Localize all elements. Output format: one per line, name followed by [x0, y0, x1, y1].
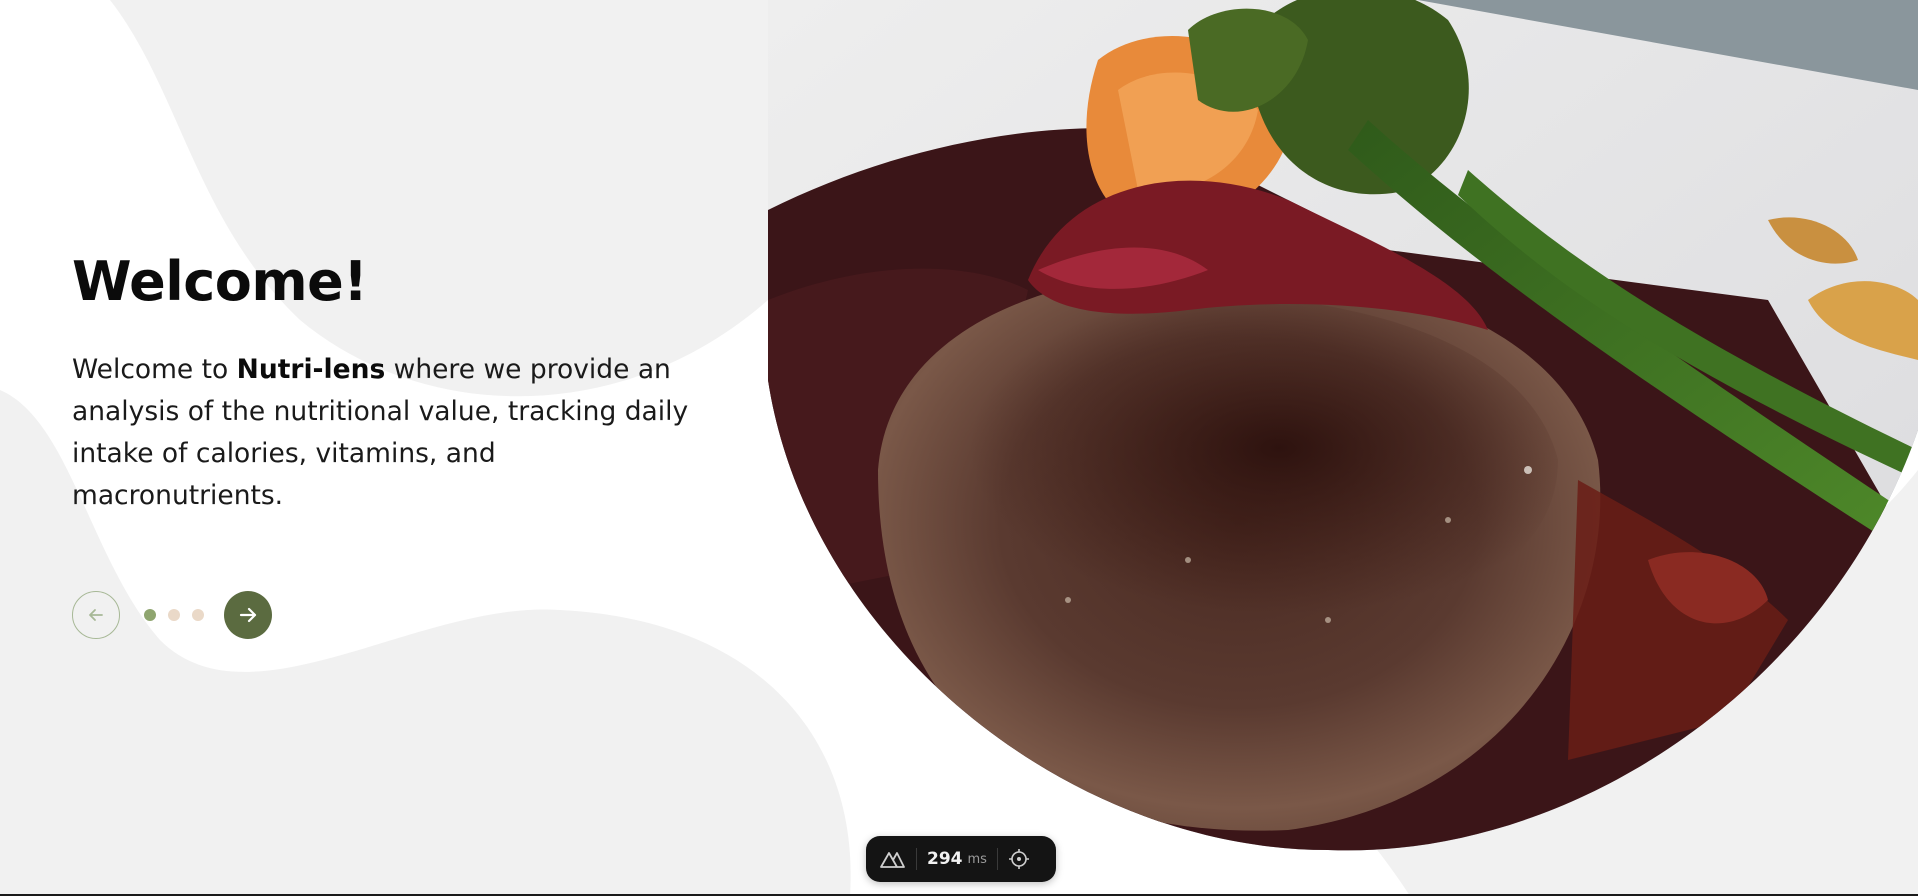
- carousel-dots: [144, 609, 204, 621]
- carousel-controls: [72, 591, 272, 639]
- welcome-text-start: Welcome to: [72, 354, 237, 386]
- devtools-toolbar[interactable]: 294 ms: [866, 836, 1056, 882]
- toolbar-divider: [916, 848, 917, 870]
- toolbar-divider: [996, 848, 998, 870]
- arrow-left-icon: [89, 609, 103, 621]
- previous-slide-button[interactable]: [72, 591, 120, 639]
- landing-page: Welcome! Welcome to Nutri-lens where we …: [0, 0, 1918, 896]
- carousel-dot[interactable]: [192, 609, 204, 621]
- carousel-dot[interactable]: [168, 609, 180, 621]
- arrow-right-icon: [239, 607, 257, 623]
- render-time-unit: ms: [967, 851, 987, 867]
- brand-name: Nutri-lens: [236, 354, 386, 386]
- welcome-section: Welcome! Welcome to Nutri-lens where we …: [72, 252, 712, 517]
- next-slide-button[interactable]: [224, 591, 272, 639]
- render-time-value: 294: [927, 849, 963, 869]
- crosshair-icon[interactable]: [1008, 848, 1030, 870]
- page-title: Welcome!: [72, 250, 368, 313]
- hero-food-image: [768, 0, 1918, 851]
- welcome-description: Welcome to Nutri-lens where we provide a…: [72, 349, 712, 517]
- nuxt-logo-icon[interactable]: [878, 848, 906, 870]
- carousel-dot-active[interactable]: [144, 609, 156, 621]
